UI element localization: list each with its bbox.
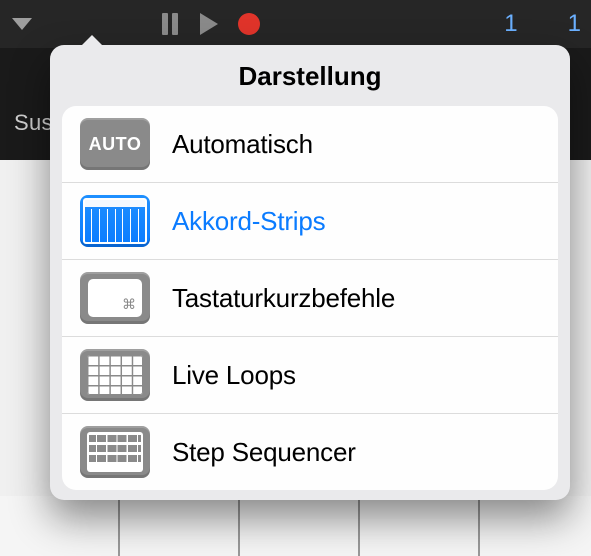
chord-strips-icon <box>80 195 150 247</box>
menu-item-chord-strips[interactable]: Akkord-Strips <box>62 183 558 260</box>
menu-item-label: Live Loops <box>172 360 296 391</box>
pause-icon[interactable] <box>162 13 180 35</box>
transport-controls <box>162 13 260 35</box>
menu-item-label: Automatisch <box>172 129 313 160</box>
menu-item-label: Step Sequencer <box>172 437 356 468</box>
menu-item-shortcuts[interactable]: ⌘ Tastaturkurzbefehle <box>62 260 558 337</box>
record-icon[interactable] <box>238 13 260 35</box>
step-sequencer-icon <box>80 426 150 478</box>
menu-item-step-sequencer[interactable]: Step Sequencer <box>62 414 558 490</box>
view-menu: AUTO Automatisch Akkord-Strips ⌘ Tastatu… <box>62 106 558 490</box>
keyboard-shortcut-icon: ⌘ <box>80 272 150 324</box>
command-icon: ⌘ <box>122 296 136 313</box>
view-popover: Darstellung AUTO Automatisch Akkord-Stri… <box>50 45 570 500</box>
auto-icon: AUTO <box>80 118 150 170</box>
grid-icon <box>80 349 150 401</box>
position-display: 1 1 <box>504 0 591 48</box>
chevron-down-icon[interactable] <box>12 18 32 30</box>
bar-number: 1 <box>504 10 517 38</box>
popover-title: Darstellung <box>50 45 570 106</box>
menu-item-label: Tastaturkurzbefehle <box>172 283 395 314</box>
beat-number: 1 <box>568 10 581 38</box>
play-icon[interactable] <box>200 13 218 35</box>
menu-item-label: Akkord-Strips <box>172 206 325 237</box>
menu-item-auto[interactable]: AUTO Automatisch <box>62 106 558 183</box>
auto-icon-label: AUTO <box>89 134 142 155</box>
menu-item-live-loops[interactable]: Live Loops <box>62 337 558 414</box>
